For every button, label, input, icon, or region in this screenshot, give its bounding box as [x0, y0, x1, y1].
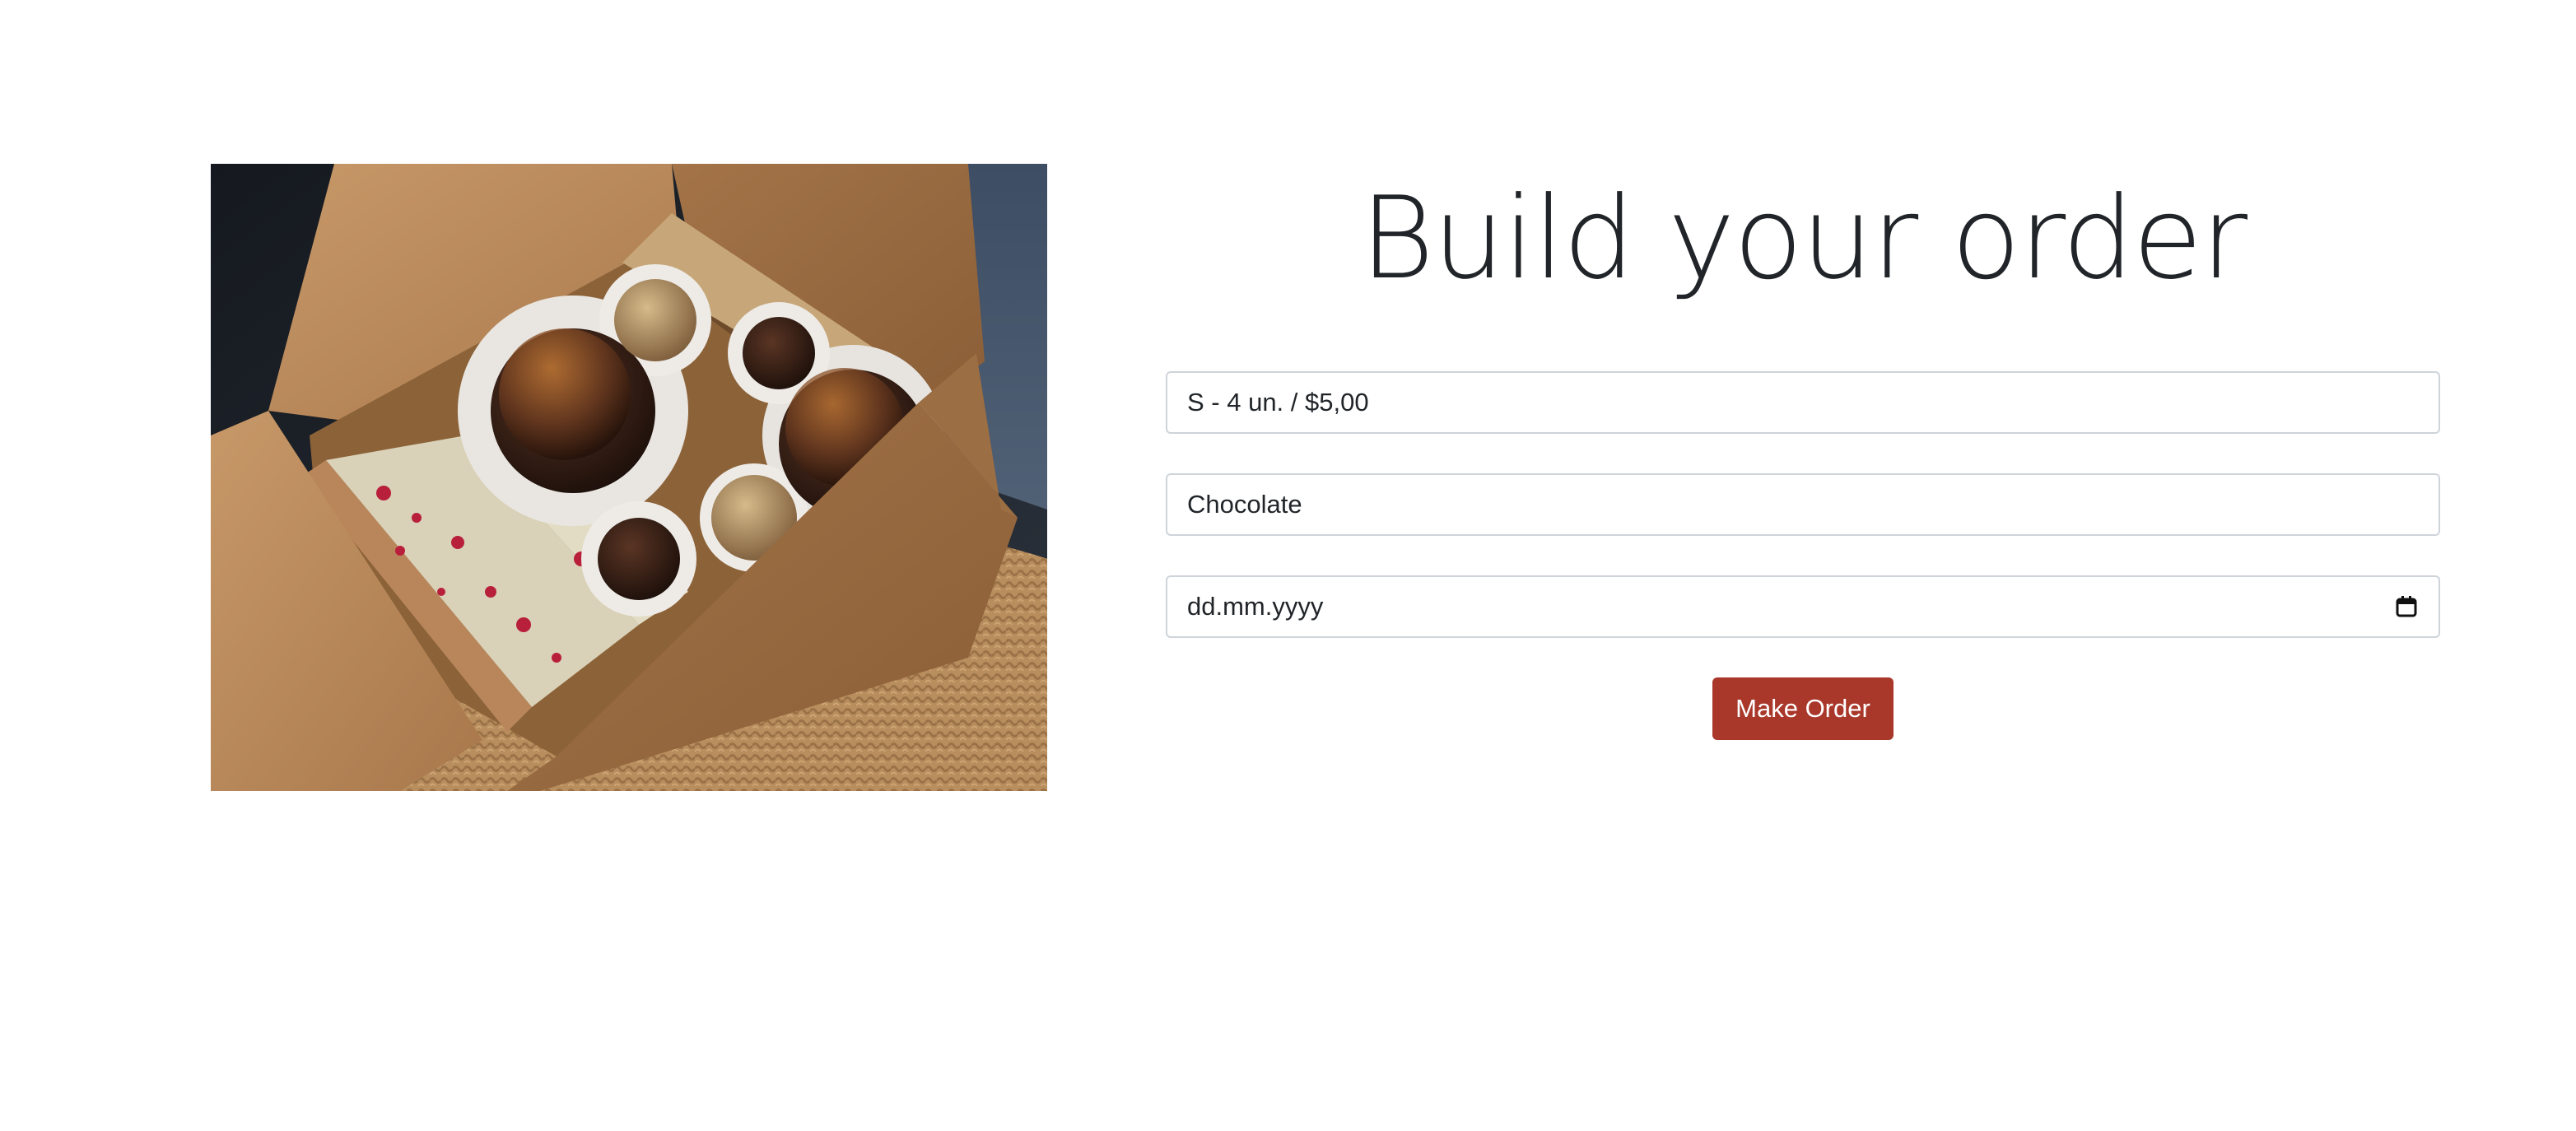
page: Build your order S - 4 un. / $5,00 Choco… — [0, 0, 2576, 1131]
make-order-button[interactable]: Make Order — [1712, 677, 1894, 740]
calendar-icon[interactable] — [2394, 594, 2419, 619]
size-select[interactable]: S - 4 un. / $5,00 — [1166, 371, 2440, 434]
page-title: Build your order — [1359, 172, 2248, 305]
truffle-box-image — [211, 164, 1047, 791]
order-form: Build your order S - 4 un. / $5,00 Choco… — [1166, 164, 2440, 740]
flavor-select[interactable]: Chocolate — [1166, 473, 2440, 536]
product-photo — [211, 164, 1047, 791]
date-input[interactable]: dd.mm.yyyy — [1166, 575, 2440, 638]
size-select-value: S - 4 un. / $5,00 — [1187, 388, 1369, 417]
form-actions: Make Order — [1166, 677, 2440, 740]
flavor-select-value: Chocolate — [1187, 490, 1302, 519]
date-input-placeholder: dd.mm.yyyy — [1187, 592, 1324, 621]
